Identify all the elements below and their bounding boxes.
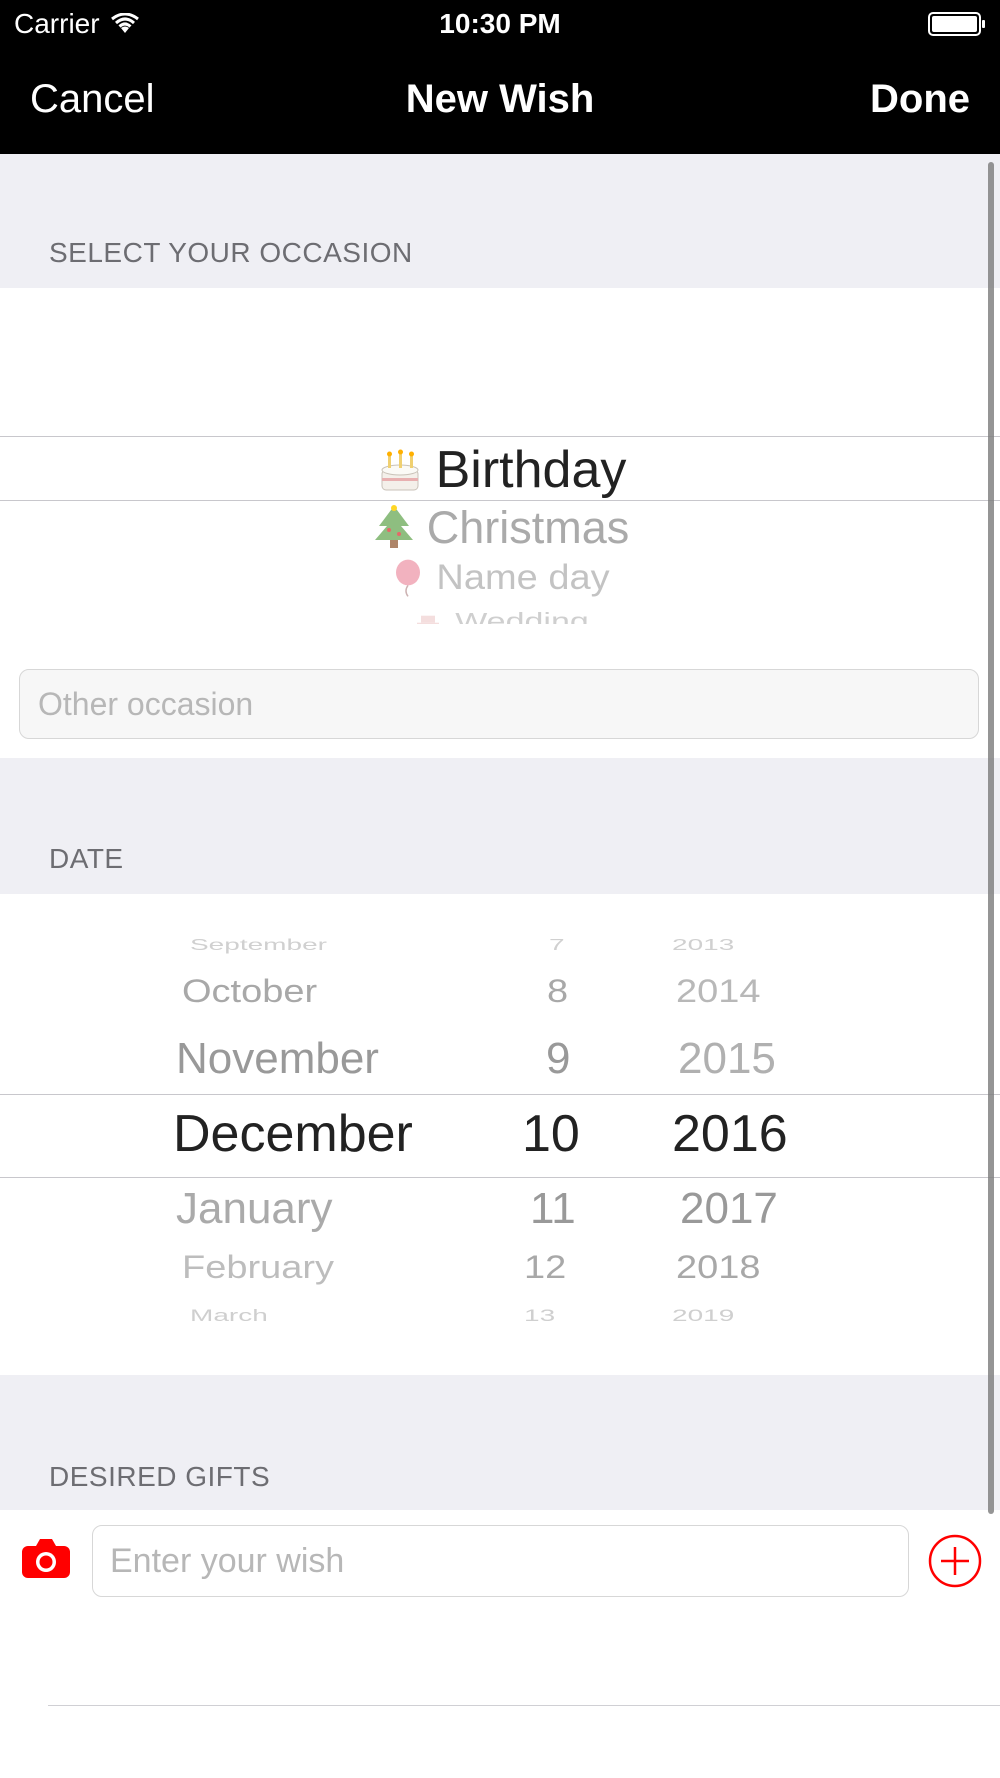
date-section-header-bg <box>0 758 1000 894</box>
month-cell[interactable]: February <box>182 1250 334 1287</box>
selected-month[interactable]: December <box>173 1104 413 1164</box>
month-cell[interactable]: March <box>190 1306 268 1325</box>
date-section-header: DATE <box>49 843 124 874</box>
year-cell[interactable]: 2015 <box>678 1034 776 1084</box>
occasion-option-clip: Wedding <box>0 600 1000 624</box>
month-cell[interactable]: October <box>182 974 317 1011</box>
year-cell[interactable]: 2019 <box>672 1306 734 1325</box>
year-cell[interactable]: 2017 <box>680 1184 778 1234</box>
page-title: New Wish <box>405 77 595 121</box>
status-time: 10:30 PM <box>439 8 561 39</box>
selected-day[interactable]: 10 <box>522 1104 580 1164</box>
camera-icon[interactable] <box>22 1538 70 1578</box>
picker-selection-line-top <box>0 436 1000 437</box>
year-cell[interactable]: 2014 <box>676 974 761 1011</box>
scroll-indicator[interactable] <box>988 162 994 1514</box>
occasion-label: Christmas <box>426 502 630 553</box>
wish-input[interactable]: Enter your wish <box>92 1525 909 1597</box>
picker-selection-line-bottom <box>0 500 1000 501</box>
occasion-option[interactable]: Name day <box>0 558 1000 598</box>
occasion-option[interactable]: Christmas <box>0 502 1000 554</box>
month-cell[interactable]: September <box>190 936 327 954</box>
occasion-label: Name day <box>436 558 610 597</box>
day-cell[interactable]: 13 <box>524 1306 555 1325</box>
year-cell[interactable]: 2018 <box>676 1250 761 1287</box>
month-cell[interactable]: November <box>176 1034 379 1084</box>
occasion-label: Birthday <box>435 441 627 499</box>
month-cell[interactable]: January <box>176 1184 333 1234</box>
occasion-option[interactable]: Wedding <box>0 608 1000 624</box>
balloon-icon <box>396 559 421 597</box>
day-cell[interactable]: 9 <box>546 1034 570 1084</box>
year-cell[interactable]: 2013 <box>672 936 734 954</box>
christmas-tree-icon <box>374 505 413 548</box>
day-cell[interactable]: 12 <box>524 1250 566 1287</box>
occasion-option[interactable]: Birthday <box>0 440 1000 500</box>
top-bar: Carrier 10:30 PM Cancel New Wish Done <box>0 0 1000 154</box>
done-button[interactable]: Done <box>870 77 970 122</box>
other-occasion-input[interactable]: Other occasion <box>19 669 979 739</box>
occasion-label: Wedding <box>455 608 589 624</box>
occasion-section-header: SELECT YOUR OCCASION <box>49 237 413 268</box>
date-picker-wheels[interactable]: September 7 2013 October 8 2014 November… <box>0 930 1000 1340</box>
day-cell[interactable]: 11 <box>530 1184 576 1234</box>
day-cell[interactable]: 7 <box>549 936 565 954</box>
selected-year[interactable]: 2016 <box>672 1104 788 1164</box>
row-separator <box>48 1705 1000 1706</box>
gifts-section-header: DESIRED GIFTS <box>49 1461 271 1492</box>
add-wish-button[interactable] <box>928 1534 982 1588</box>
status-bar: Carrier 10:30 PM <box>0 0 1000 50</box>
birthday-cake-icon <box>381 449 419 491</box>
wedding-cake-icon <box>417 615 440 624</box>
navigation-bar: Cancel New Wish Done <box>0 50 1000 154</box>
day-cell[interactable]: 8 <box>547 974 568 1011</box>
battery-icon <box>928 12 985 36</box>
